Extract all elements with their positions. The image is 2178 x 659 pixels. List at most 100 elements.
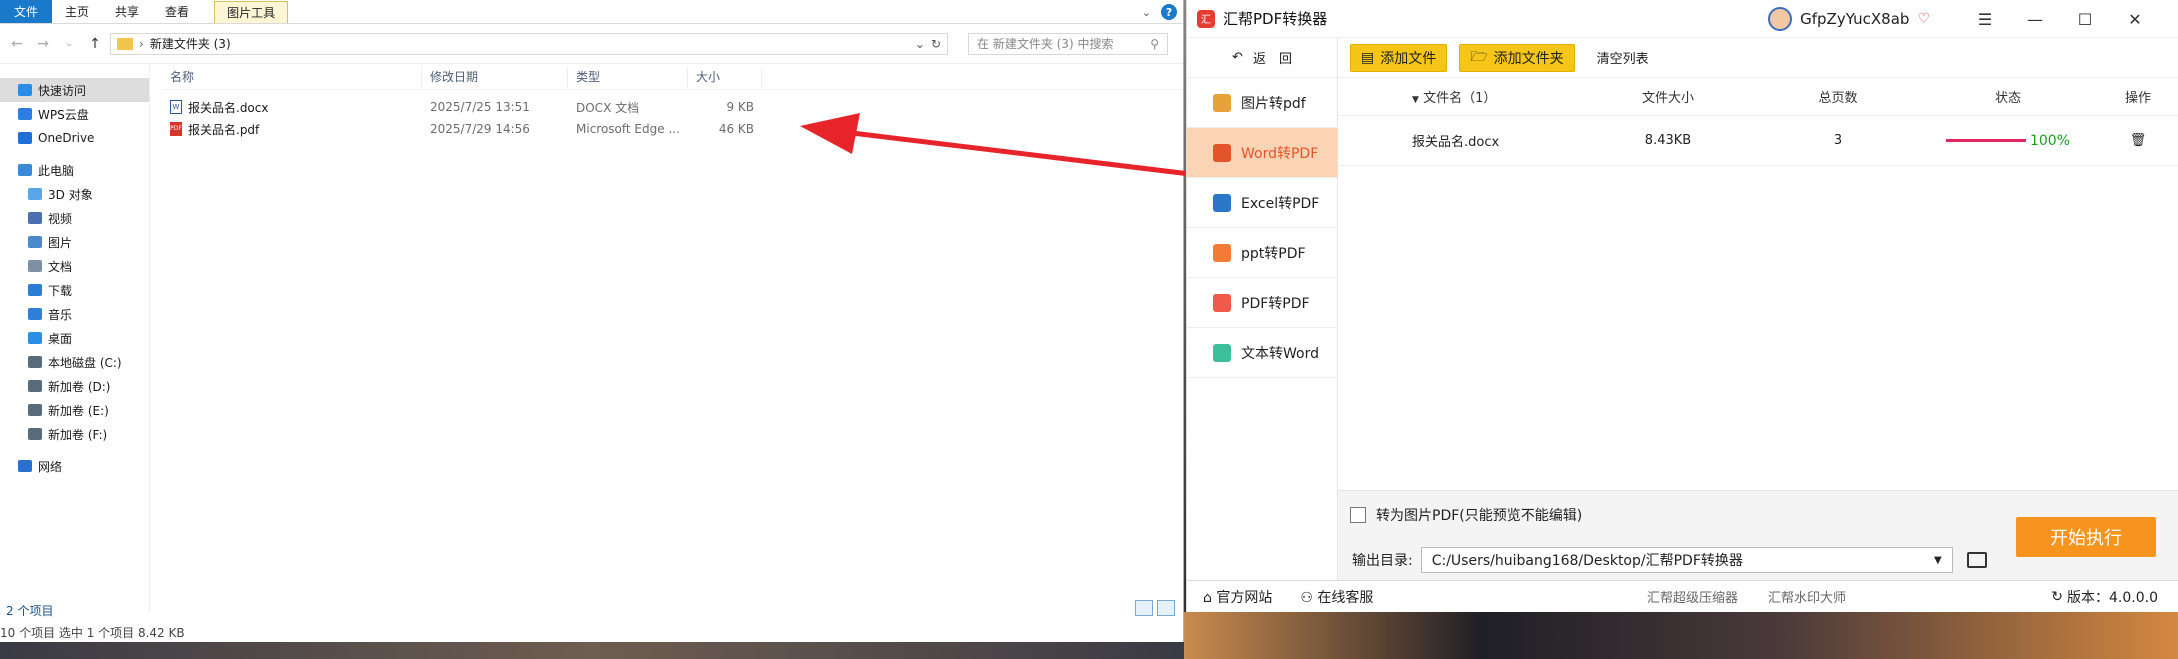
output-dir-select[interactable]: C:/Users/huibang168/Desktop/汇帮PDF转换器 ▼: [1420, 547, 1953, 573]
sidebar-item[interactable]: PDF转PDF: [1187, 278, 1337, 328]
column-type[interactable]: 类型: [568, 66, 688, 87]
nav-item-label: 音乐: [48, 307, 73, 322]
cube-icon: [28, 188, 42, 200]
menu-icon[interactable]: ☰: [1960, 10, 2010, 29]
sort-down-icon: ▼: [1412, 95, 1419, 105]
nav-item[interactable]: 新加卷 (F:): [0, 422, 149, 446]
tab-view[interactable]: 查看: [152, 0, 202, 23]
add-folder-button[interactable]: 🗁 添加文件夹: [1459, 43, 1575, 72]
file-name: 报关品名.pdf: [188, 122, 260, 137]
table-row[interactable]: 报关品名.docx 8.43KB 3 100% 🗑: [1338, 116, 2178, 166]
nav-item[interactable]: 网络: [0, 454, 149, 478]
image-pdf-option[interactable]: 转为图片PDF(只能预览不能编辑): [1350, 505, 1582, 525]
add-file-button[interactable]: ▤ 添加文件: [1350, 43, 1448, 72]
minimize-icon[interactable]: —: [2010, 10, 2060, 29]
sidebar-item-label: 文本转Word: [1241, 345, 1319, 362]
chevron-down-icon[interactable]: ⌄: [1142, 6, 1151, 19]
help-icon[interactable]: ?: [1161, 4, 1177, 20]
search-input[interactable]: 在 新建文件夹 (3) 中搜索 ⚲: [968, 32, 1168, 55]
nav-item[interactable]: OneDrive: [0, 126, 149, 150]
official-site-link[interactable]: ⌂ 官方网站: [1203, 587, 1272, 607]
sidebar-item[interactable]: 图片转pdf: [1187, 78, 1337, 128]
nav-item[interactable]: 本地磁盘 (C:): [0, 350, 149, 374]
nav-item-label: 本地磁盘 (C:): [48, 355, 122, 370]
column-name[interactable]: 名称: [162, 66, 422, 87]
video-icon: [28, 212, 42, 224]
details-view-icon[interactable]: [1135, 600, 1153, 616]
vip-diamond-icon[interactable]: ♡: [1917, 11, 1930, 27]
app-body: ↶ 返 回 图片转pdf Word转PDF Excel转PDF ppt转PDF PDF转…: [1187, 38, 2178, 612]
sidebar-item[interactable]: 文本转Word: [1187, 328, 1337, 378]
clear-list-button[interactable]: 清空列表: [1597, 48, 1649, 67]
file-date: 2025/7/25 13:51: [430, 100, 530, 114]
start-button[interactable]: 开始执行: [2016, 517, 2156, 557]
row-pages: 3: [1833, 133, 1843, 148]
close-icon[interactable]: ✕: [2110, 10, 2160, 29]
nav-item[interactable]: WPS云盘: [0, 102, 149, 126]
back-button[interactable]: ↶ 返 回: [1187, 38, 1337, 78]
tab-home[interactable]: 主页: [52, 0, 102, 23]
large-icons-view-icon[interactable]: [1157, 600, 1175, 616]
tab-share[interactable]: 共享: [102, 0, 152, 23]
online-service-link[interactable]: ⚇ 在线客服: [1300, 587, 1373, 607]
back-arrow-icon[interactable]: ←: [6, 33, 28, 55]
nav-item[interactable]: 图片: [0, 230, 149, 254]
nav-item[interactable]: 桌面: [0, 326, 149, 350]
breadcrumb[interactable]: 新建文件夹 (3): [150, 35, 231, 52]
header-filename[interactable]: ▼ 文件名（1）: [1338, 87, 1578, 106]
file-table-header: ▼ 文件名（1） 文件大小 总页数 状态 操作: [1338, 78, 2178, 116]
file-toolbar: ▤ 添加文件 🗁 添加文件夹 清空列表: [1338, 38, 2178, 78]
tab-picture-tools[interactable]: 图片工具: [214, 1, 289, 23]
forward-arrow-icon[interactable]: →: [32, 33, 54, 55]
breadcrumb-separator: ›: [139, 36, 144, 51]
recent-dropdown-icon[interactable]: ⌄: [58, 33, 80, 55]
maximize-icon[interactable]: ☐: [2060, 10, 2110, 29]
file-size: 46 KB: [718, 122, 754, 136]
address-bar[interactable]: › 新建文件夹 (3) ⌄ ↻: [110, 32, 948, 55]
tab-file[interactable]: 文件: [0, 0, 53, 23]
address-row: ← → ⌄ ↑ › 新建文件夹 (3) ⌄ ↻ 在 新建文件夹 (3) 中搜索 …: [0, 24, 1183, 64]
sidebar-item-label: ppt转PDF: [1241, 245, 1306, 262]
header-action: 操作: [2124, 91, 2151, 106]
file-name: 报关品名.docx: [188, 100, 269, 115]
row-filename: 报关品名.docx: [1412, 135, 1500, 150]
refresh-icon: ↻: [2051, 588, 2064, 605]
compressor-link[interactable]: 汇帮超级压缩器: [1647, 587, 1738, 606]
browse-folder-icon[interactable]: [1966, 552, 1987, 568]
nav-item[interactable]: 音乐: [0, 302, 149, 326]
nav-item[interactable]: 新加卷 (D:): [0, 374, 149, 398]
username[interactable]: GfpZyYucX8ab: [1800, 10, 1909, 28]
output-dir-path: C:/Users/huibang168/Desktop/汇帮PDF转换器: [1431, 553, 1743, 569]
nav-item-label: 新加卷 (F:): [48, 427, 108, 442]
image-pdf-checkbox[interactable]: [1350, 507, 1366, 523]
address-dropdown-icon[interactable]: ⌄: [915, 37, 925, 51]
nav-item-label: OneDrive: [38, 131, 95, 145]
titlebar-controls: GfpZyYucX8ab ♡ ☰ — ☐ ✕: [1768, 0, 2160, 38]
version-info[interactable]: ↻ 版本：4.0.0.0: [2051, 587, 2158, 607]
delete-icon[interactable]: 🗑: [2098, 133, 2178, 148]
sidebar-item[interactable]: ppt转PDF: [1187, 228, 1337, 278]
refresh-icon[interactable]: ↻: [931, 37, 941, 51]
table-row[interactable]: W 报关品名.docx 2025/7/25 13:51 DOCX 文档 9 KB: [162, 96, 1183, 118]
nav-item[interactable]: 3D 对象: [0, 182, 149, 206]
sidebar-item-label: PDF转PDF: [1241, 295, 1310, 312]
watermark-link[interactable]: 汇帮水印大师: [1768, 587, 1846, 606]
avatar[interactable]: [1768, 7, 1793, 31]
nav-item[interactable]: 视频: [0, 206, 149, 230]
drive-icon: [28, 356, 42, 368]
nav-item[interactable]: 下载: [0, 278, 149, 302]
column-date[interactable]: 修改日期: [422, 66, 568, 87]
column-size[interactable]: 大小: [688, 66, 762, 87]
nav-item[interactable]: 快速访问: [0, 78, 149, 102]
nav-item[interactable]: 新加卷 (E:): [0, 398, 149, 422]
up-arrow-icon[interactable]: ↑: [84, 33, 106, 55]
table-row[interactable]: PDF 报关品名.pdf 2025/7/29 14:56 Microsoft Ed…: [162, 118, 1183, 140]
nav-item[interactable]: 文档: [0, 254, 149, 278]
item-count: 2 个项目: [6, 604, 54, 618]
sidebar-item[interactable]: Excel转PDF: [1187, 178, 1337, 228]
file-date: 2025/7/29 14:56: [430, 122, 530, 136]
sidebar-item[interactable]: Word转PDF: [1187, 128, 1337, 178]
nav-item[interactable]: 此电脑: [0, 158, 149, 182]
drive-icon: [28, 428, 42, 440]
function-sidebar: ↶ 返 回 图片转pdf Word转PDF Excel转PDF ppt转PDF PDF转…: [1187, 38, 1338, 612]
